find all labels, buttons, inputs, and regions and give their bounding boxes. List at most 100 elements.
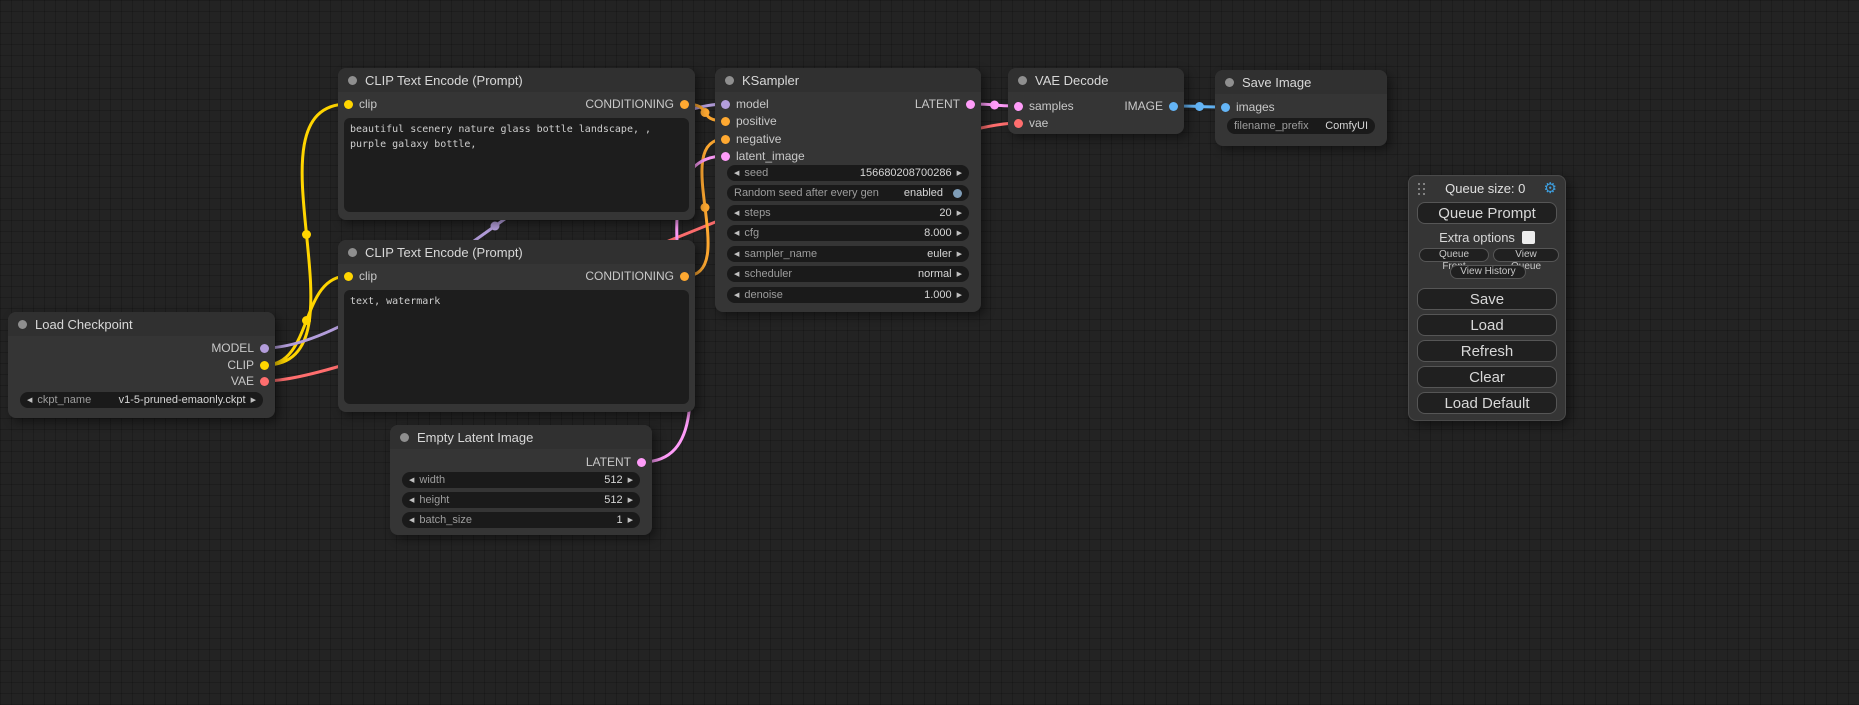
link-midpoint-dot[interactable] <box>990 101 999 110</box>
filename-prefix-widget[interactable]: filename_prefix ComfyUI <box>1227 118 1375 134</box>
output-slot-latent[interactable]: LATENT <box>586 454 646 470</box>
increment-arrow-icon[interactable]: ▶ <box>957 210 962 217</box>
decrement-arrow-icon[interactable]: ◀ <box>734 292 739 299</box>
slot-dot-conditioning[interactable] <box>721 117 730 126</box>
input-slot-positive[interactable]: positive <box>721 113 777 129</box>
node-title-bar[interactable]: VAE Decode <box>1008 68 1184 92</box>
node-load-checkpoint[interactable]: Load Checkpoint MODEL CLIP VAE ◀ ckpt_na… <box>8 312 275 418</box>
slot-dot-conditioning[interactable] <box>680 272 689 281</box>
ckpt-name-widget[interactable]: ◀ ckpt_name v1-5-pruned-emaonly.ckpt ▶ <box>20 392 263 408</box>
node-ksampler[interactable]: KSampler model LATENT positive negative … <box>715 68 981 312</box>
input-slot-latent-image[interactable]: latent_image <box>721 148 805 164</box>
input-slot-vae[interactable]: vae <box>1014 115 1048 131</box>
output-slot-image[interactable]: IMAGE <box>1124 98 1178 114</box>
node-title-bar[interactable]: Empty Latent Image <box>390 425 652 449</box>
cfg-widget[interactable]: ◀ cfg 8.000 ▶ <box>727 225 969 241</box>
decrement-arrow-icon[interactable]: ◀ <box>409 497 414 504</box>
height-widget[interactable]: ◀ height 512 ▶ <box>402 492 640 508</box>
batch-size-widget[interactable]: ◀ batch_size 1 ▶ <box>402 512 640 528</box>
load-default-button[interactable]: Load Default <box>1417 392 1557 414</box>
slot-dot-vae[interactable] <box>1014 119 1023 128</box>
increment-arrow-icon[interactable]: ▶ <box>957 292 962 299</box>
queue-menu-panel[interactable]: Queue size: 0 ⚙ Queue Prompt Extra optio… <box>1408 175 1566 421</box>
refresh-button[interactable]: Refresh <box>1417 340 1557 362</box>
output-slot-vae[interactable]: VAE <box>231 373 269 389</box>
slot-dot-clip[interactable] <box>344 100 353 109</box>
link-midpoint-dot[interactable] <box>302 316 311 325</box>
extra-options-checkbox[interactable] <box>1522 231 1535 244</box>
save-button[interactable]: Save <box>1417 288 1557 310</box>
denoise-widget[interactable]: ◀ denoise 1.000 ▶ <box>727 287 969 303</box>
decrement-arrow-icon[interactable]: ◀ <box>409 517 414 524</box>
collapse-dot[interactable] <box>348 248 357 257</box>
link-midpoint-dot[interactable] <box>491 222 500 231</box>
output-slot-conditioning[interactable]: CONDITIONING <box>585 268 689 284</box>
collapse-dot[interactable] <box>1225 78 1234 87</box>
slot-dot-conditioning[interactable] <box>721 135 730 144</box>
slot-dot-vae[interactable] <box>260 377 269 386</box>
link-midpoint-dot[interactable] <box>701 108 710 117</box>
slot-dot-latent[interactable] <box>721 152 730 161</box>
node-title-bar[interactable]: Load Checkpoint <box>8 312 275 336</box>
slot-dot-latent[interactable] <box>1014 102 1023 111</box>
output-slot-latent[interactable]: LATENT <box>915 96 975 112</box>
node-vae-decode[interactable]: VAE Decode samples IMAGE vae <box>1008 68 1184 134</box>
slot-dot-clip[interactable] <box>344 272 353 281</box>
toggle-dot[interactable] <box>953 189 962 198</box>
slot-dot-clip[interactable] <box>260 361 269 370</box>
load-button[interactable]: Load <box>1417 314 1557 336</box>
decrement-arrow-icon[interactable]: ◀ <box>734 251 739 258</box>
node-title-bar[interactable]: KSampler <box>715 68 981 92</box>
slot-dot-image[interactable] <box>1221 103 1230 112</box>
node-clip-text-encode-negative[interactable]: CLIP Text Encode (Prompt) clip CONDITION… <box>338 240 695 412</box>
node-clip-text-encode-positive[interactable]: CLIP Text Encode (Prompt) clip CONDITION… <box>338 68 695 220</box>
positive-prompt-textarea[interactable]: beautiful scenery nature glass bottle la… <box>344 118 689 212</box>
node-title-bar[interactable]: CLIP Text Encode (Prompt) <box>338 68 695 92</box>
steps-widget[interactable]: ◀ steps 20 ▶ <box>727 205 969 221</box>
input-slot-clip[interactable]: clip <box>344 268 377 284</box>
queue-front-button[interactable]: Queue Front <box>1419 248 1489 262</box>
drag-handle-icon[interactable] <box>1417 182 1427 195</box>
slot-dot-conditioning[interactable] <box>680 100 689 109</box>
seed-widget[interactable]: ◀ seed 156680208700286 ▶ <box>727 165 969 181</box>
queue-menu-header[interactable]: Queue size: 0 ⚙ <box>1409 176 1565 200</box>
increment-arrow-icon[interactable]: ▶ <box>628 477 633 484</box>
scheduler-widget[interactable]: ◀ scheduler normal ▶ <box>727 266 969 282</box>
slot-dot-image[interactable] <box>1169 102 1178 111</box>
node-empty-latent-image[interactable]: Empty Latent Image LATENT ◀ width 512 ▶ … <box>390 425 652 535</box>
output-slot-model[interactable]: MODEL <box>211 340 269 356</box>
increment-arrow-icon[interactable]: ▶ <box>957 230 962 237</box>
collapse-dot[interactable] <box>1018 76 1027 85</box>
collapse-dot[interactable] <box>348 76 357 85</box>
slot-dot-latent[interactable] <box>637 458 646 467</box>
decrement-arrow-icon[interactable]: ◀ <box>734 271 739 278</box>
input-slot-model[interactable]: model <box>721 96 769 112</box>
node-title-bar[interactable]: Save Image <box>1215 70 1387 94</box>
clear-button[interactable]: Clear <box>1417 366 1557 388</box>
increment-arrow-icon[interactable]: ▶ <box>957 271 962 278</box>
increment-arrow-icon[interactable]: ▶ <box>251 397 256 404</box>
slot-dot-latent[interactable] <box>966 100 975 109</box>
decrement-arrow-icon[interactable]: ◀ <box>27 397 32 404</box>
negative-prompt-textarea[interactable]: text, watermark <box>344 290 689 404</box>
increment-arrow-icon[interactable]: ▶ <box>628 497 633 504</box>
view-queue-button[interactable]: View Queue <box>1493 248 1559 262</box>
slot-dot-model[interactable] <box>260 344 269 353</box>
decrement-arrow-icon[interactable]: ◀ <box>734 210 739 217</box>
collapse-dot[interactable] <box>400 433 409 442</box>
input-slot-images[interactable]: images <box>1221 99 1275 115</box>
slot-dot-model[interactable] <box>721 100 730 109</box>
collapse-dot[interactable] <box>18 320 27 329</box>
input-slot-negative[interactable]: negative <box>721 131 781 147</box>
random-seed-toggle-widget[interactable]: Random seed after every gen enabled <box>727 185 969 201</box>
link-midpoint-dot[interactable] <box>1195 102 1204 111</box>
view-history-button[interactable]: View History <box>1450 265 1526 279</box>
width-widget[interactable]: ◀ width 512 ▶ <box>402 472 640 488</box>
output-slot-conditioning[interactable]: CONDITIONING <box>585 96 689 112</box>
sampler-name-widget[interactable]: ◀ sampler_name euler ▶ <box>727 246 969 262</box>
link-midpoint-dot[interactable] <box>701 203 710 212</box>
input-slot-clip[interactable]: clip <box>344 96 377 112</box>
decrement-arrow-icon[interactable]: ◀ <box>734 230 739 237</box>
increment-arrow-icon[interactable]: ▶ <box>957 251 962 258</box>
queue-prompt-button[interactable]: Queue Prompt <box>1417 202 1557 224</box>
